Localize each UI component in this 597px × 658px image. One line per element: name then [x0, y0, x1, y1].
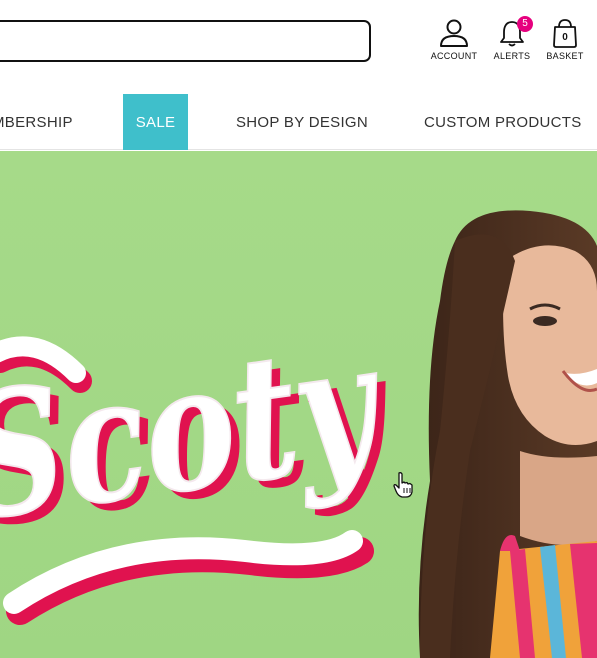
nav-item-membership[interactable]: MBERSHIP	[0, 94, 73, 150]
search-input[interactable]	[0, 20, 371, 62]
basket-label: BASKET	[546, 51, 584, 61]
alerts-label: ALERTS	[493, 51, 531, 61]
account-label: ACCOUNT	[430, 51, 478, 61]
alerts-button[interactable]: 5 ALERTS	[492, 16, 533, 61]
basket-button[interactable]: 0 BASKET	[545, 18, 585, 61]
person-icon	[440, 19, 468, 47]
nav-item-shop-by-design[interactable]: SHOP BY DESIGN	[236, 94, 368, 150]
hero-artwork: Scoty Scoty	[0, 151, 597, 658]
hero-banner[interactable]: Scoty Scoty	[0, 151, 597, 658]
main-nav: MBERSHIP SALE SHOP BY DESIGN CUSTOM PROD…	[0, 92, 597, 150]
nav-item-custom-products[interactable]: CUSTOM PRODUCTS	[424, 94, 582, 150]
alerts-count-badge: 5	[517, 16, 533, 32]
site-header: ACCOUNT 5 ALERTS 0 BASKET	[0, 0, 597, 92]
model-photo	[418, 210, 597, 658]
basket-count: 0	[562, 32, 568, 43]
nav-item-sale[interactable]: SALE	[123, 94, 188, 150]
account-button[interactable]: ACCOUNT	[430, 18, 478, 61]
hand-cursor-icon	[393, 472, 413, 498]
